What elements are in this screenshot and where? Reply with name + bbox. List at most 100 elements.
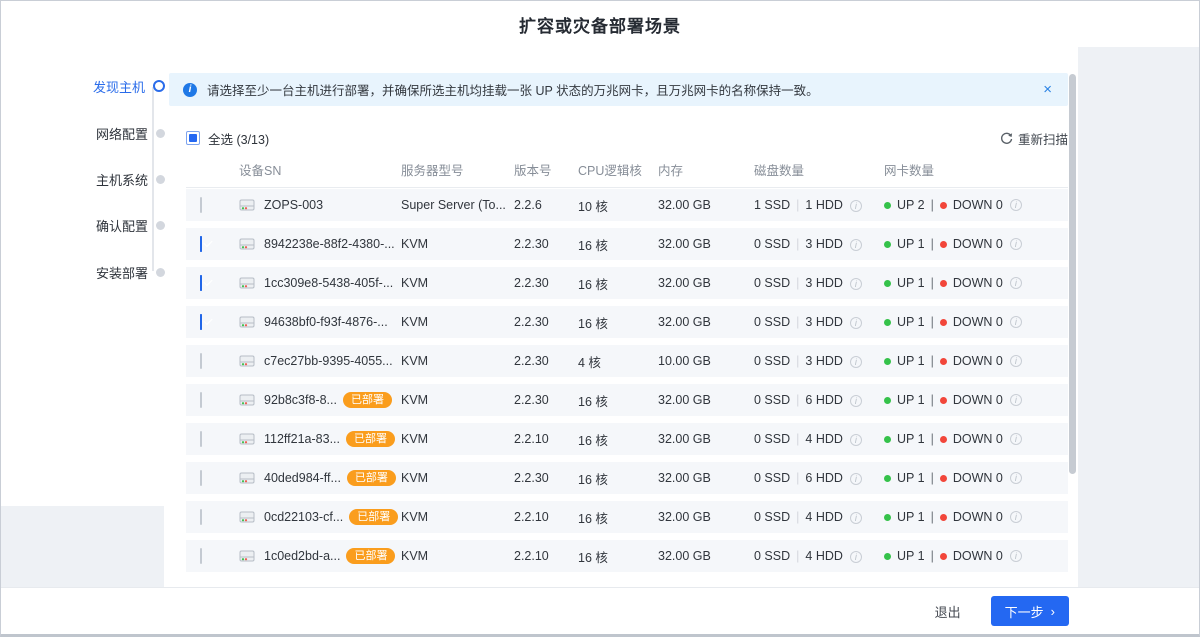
disk-count: 0 SSD|3 HDD xyxy=(754,276,884,290)
disk-info-icon[interactable] xyxy=(850,200,862,212)
server-model: KVM xyxy=(401,549,514,563)
table-row[interactable]: 1cc309e8-5438-405f-... 已部署 KVM 2.2.30 16… xyxy=(186,267,1068,299)
next-step-button[interactable]: 下一步 › xyxy=(991,596,1069,626)
nic-up-dot-icon xyxy=(884,475,891,482)
hdd-count: 3 HDD xyxy=(805,354,843,368)
row-checkbox[interactable] xyxy=(200,197,202,213)
device-sn: 40ded984-ff... xyxy=(264,471,341,485)
info-banner: 请选择至少一台主机进行部署，并确保所选主机均挂载一张 UP 状态的万兆网卡，且万… xyxy=(169,73,1068,106)
row-checkbox[interactable] xyxy=(200,314,202,330)
row-checkbox[interactable] xyxy=(200,236,202,252)
step-network-config[interactable]: 网络配置 xyxy=(61,124,171,142)
device-sn: 0cd22103-cf... xyxy=(264,510,343,524)
step-discover-hosts[interactable]: 发现主机 xyxy=(61,77,171,95)
rescan-button[interactable]: 重新扫描 xyxy=(1000,129,1068,148)
step-indicator-icon xyxy=(156,129,165,138)
server-icon xyxy=(239,199,255,211)
nic-down-count: DOWN 0 xyxy=(953,549,1003,563)
table-row[interactable]: 94638bf0-f93f-4876-... 已部署 KVM 2.2.30 16… xyxy=(186,306,1068,338)
version: 2.2.10 xyxy=(514,510,578,524)
nic-up-count: UP 1 xyxy=(897,354,925,368)
cpu-cores: 16 核 xyxy=(578,235,658,254)
server-model: KVM xyxy=(401,315,514,329)
disk-info-icon[interactable] xyxy=(850,512,862,524)
step-indicator-icon xyxy=(156,221,165,230)
version: 2.2.30 xyxy=(514,471,578,485)
nic-info-icon[interactable] xyxy=(1010,511,1022,523)
col-version: 版本号 xyxy=(514,160,578,179)
cpu-cores: 16 核 xyxy=(578,508,658,527)
table-row[interactable]: 0cd22103-cf... 已部署 KVM 2.2.10 16 核 32.00… xyxy=(186,501,1068,533)
chevron-right-icon: › xyxy=(1051,604,1055,619)
hdd-count: 6 HDD xyxy=(805,471,843,485)
disk-info-icon[interactable] xyxy=(850,395,862,407)
nic-count: UP 1|DOWN 0 xyxy=(884,432,1068,446)
disk-count: 1 SSD|1 HDD xyxy=(754,198,884,212)
cpu-cores: 16 核 xyxy=(578,547,658,566)
row-checkbox[interactable] xyxy=(200,353,202,369)
step-install-deploy[interactable]: 安装部署 xyxy=(61,263,171,281)
select-all-label: 全选 (3/13) xyxy=(208,129,269,148)
table-row[interactable]: ZOPS-003 已部署 Super Server (To... 2.2.6 1… xyxy=(186,189,1068,221)
disk-info-icon[interactable] xyxy=(850,239,862,251)
ssd-count: 0 SSD xyxy=(754,237,790,251)
nic-down-count: DOWN 0 xyxy=(953,237,1003,251)
version: 2.2.6 xyxy=(514,198,578,212)
nic-down-dot-icon xyxy=(940,475,947,482)
table-row[interactable]: 112ff21a-83... 已部署 KVM 2.2.10 16 核 32.00… xyxy=(186,423,1068,455)
nic-count: UP 1|DOWN 0 xyxy=(884,315,1068,329)
table-row[interactable]: 8942238e-88f2-4380-... 已部署 KVM 2.2.30 16… xyxy=(186,228,1068,260)
col-memory: 内存 xyxy=(658,160,754,179)
nic-info-icon[interactable] xyxy=(1010,238,1022,250)
server-model: KVM xyxy=(401,471,514,485)
table-row[interactable]: c7ec27bb-9395-4055... 已部署 KVM 2.2.30 4 核… xyxy=(186,345,1068,377)
row-checkbox[interactable] xyxy=(200,275,202,291)
banner-message: 请选择至少一台主机进行部署，并确保所选主机均挂载一张 UP 状态的万兆网卡，且万… xyxy=(207,80,1041,99)
table-row[interactable]: 92b8c3f8-8... 已部署 KVM 2.2.30 16 核 32.00 … xyxy=(186,384,1068,416)
nic-down-count: DOWN 0 xyxy=(953,198,1003,212)
disk-info-icon[interactable] xyxy=(850,434,862,446)
nic-info-icon[interactable] xyxy=(1010,199,1022,211)
col-device-sn: 设备SN xyxy=(239,160,401,179)
nic-info-icon[interactable] xyxy=(1010,472,1022,484)
nic-info-icon[interactable] xyxy=(1010,550,1022,562)
server-model: KVM xyxy=(401,432,514,446)
checkbox-indeterminate-icon[interactable] xyxy=(186,131,200,145)
row-checkbox[interactable] xyxy=(200,509,202,525)
disk-info-icon[interactable] xyxy=(850,551,862,563)
nic-info-icon[interactable] xyxy=(1010,316,1022,328)
ssd-count: 0 SSD xyxy=(754,315,790,329)
hdd-count: 6 HDD xyxy=(805,393,843,407)
banner-close-icon[interactable]: × xyxy=(1041,83,1054,97)
col-nic-count: 网卡数量 xyxy=(884,160,1068,179)
server-model: KVM xyxy=(401,276,514,290)
device-sn: 112ff21a-83... xyxy=(264,432,340,446)
vertical-scrollbar[interactable] xyxy=(1069,74,1076,474)
disk-info-icon[interactable] xyxy=(850,356,862,368)
row-checkbox[interactable] xyxy=(200,431,202,447)
exit-button[interactable]: 退出 xyxy=(935,602,961,621)
row-checkbox[interactable] xyxy=(200,392,202,408)
nic-info-icon[interactable] xyxy=(1010,394,1022,406)
select-all-checkbox[interactable]: 全选 (3/13) xyxy=(186,129,269,148)
step-host-system[interactable]: 主机系统 xyxy=(61,170,171,188)
disk-info-icon[interactable] xyxy=(850,278,862,290)
version: 2.2.10 xyxy=(514,432,578,446)
nic-info-icon[interactable] xyxy=(1010,277,1022,289)
row-checkbox[interactable] xyxy=(200,548,202,564)
disk-info-icon[interactable] xyxy=(850,473,862,485)
memory: 32.00 GB xyxy=(658,549,754,563)
table-row[interactable]: 40ded984-ff... 已部署 KVM 2.2.30 16 核 32.00… xyxy=(186,462,1068,494)
row-checkbox[interactable] xyxy=(200,470,202,486)
nic-info-icon[interactable] xyxy=(1010,433,1022,445)
table-row[interactable]: 1c0ed2bd-a... 已部署 KVM 2.2.10 16 核 32.00 … xyxy=(186,540,1068,572)
disk-count: 0 SSD|3 HDD xyxy=(754,315,884,329)
nic-down-count: DOWN 0 xyxy=(953,393,1003,407)
server-icon xyxy=(239,394,255,406)
disk-count: 0 SSD|6 HDD xyxy=(754,393,884,407)
step-confirm-config[interactable]: 确认配置 xyxy=(61,216,171,234)
deployment-wizard-window: 扩容或灾备部署场景 发现主机 网络配置 主机系统 确认配置 安装部署 请选择至少… xyxy=(0,0,1200,637)
deployed-badge: 已部署 xyxy=(343,392,392,408)
disk-info-icon[interactable] xyxy=(850,317,862,329)
nic-info-icon[interactable] xyxy=(1010,355,1022,367)
